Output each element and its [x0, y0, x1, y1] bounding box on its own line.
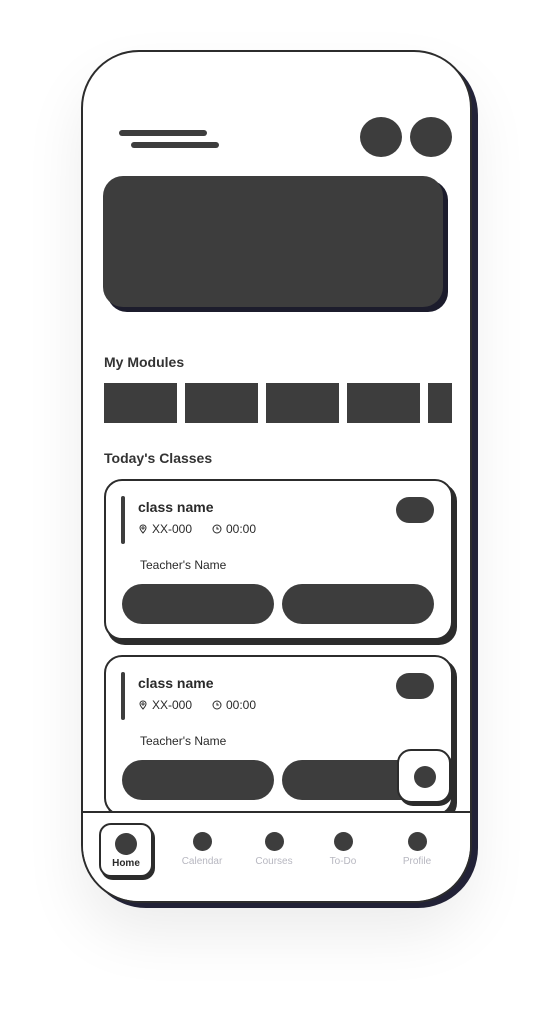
class-card-accent-bar	[121, 672, 125, 720]
nav-label-courses: Courses	[255, 856, 293, 867]
nav-label-calendar: Calendar	[181, 856, 223, 867]
nav-item-calendar[interactable]: Calendar	[172, 813, 232, 893]
class-room-text: XX-000	[152, 698, 193, 712]
class-action-button-left[interactable]	[122, 584, 274, 624]
class-status-badge[interactable]	[396, 497, 434, 523]
class-status-badge[interactable]	[396, 673, 434, 699]
class-action-button-right[interactable]	[282, 584, 434, 624]
notification-button[interactable]	[360, 117, 402, 157]
class-time: 00:00	[212, 522, 256, 536]
module-tile[interactable]	[347, 383, 420, 423]
module-tile[interactable]	[185, 383, 258, 423]
nav-item-home[interactable]: Home	[99, 823, 153, 877]
nav-item-todo[interactable]: To-Do	[313, 813, 373, 893]
teacher-name: Teacher's Name	[140, 558, 227, 572]
module-tile[interactable]	[428, 383, 452, 423]
clock-icon	[212, 700, 222, 710]
class-name: class name	[138, 499, 214, 515]
home-icon	[115, 833, 137, 855]
todo-icon	[333, 832, 353, 851]
class-time-text: 00:00	[226, 522, 257, 536]
profile-icon	[407, 832, 427, 851]
class-name: class name	[138, 675, 214, 691]
class-card[interactable]: class name XX-000 00:00 Teacher's Name	[104, 479, 453, 640]
avatar[interactable]	[410, 117, 452, 157]
floating-action-button[interactable]	[397, 749, 451, 803]
fab-icon	[414, 766, 436, 788]
clock-icon	[212, 524, 222, 534]
classes-section-title: Today's Classes	[104, 450, 213, 466]
menu-icon-line-bottom[interactable]	[131, 142, 219, 148]
class-room-text: XX-000	[152, 522, 193, 536]
bottom-nav: Home Calendar Courses To-Do Profile	[83, 811, 470, 901]
class-time: 00:00	[212, 698, 256, 712]
class-room: XX-000	[138, 522, 192, 536]
location-pin-icon	[138, 700, 148, 710]
phone-frame: My Modules Today's Classes class name XX…	[81, 50, 472, 903]
modules-section-title: My Modules	[104, 354, 185, 370]
nav-item-profile[interactable]: Profile	[387, 813, 447, 893]
nav-label-todo: To-Do	[329, 856, 357, 867]
location-pin-icon	[138, 524, 148, 534]
teacher-name: Teacher's Name	[140, 734, 227, 748]
calendar-icon	[192, 832, 212, 851]
menu-icon-line-top[interactable]	[119, 130, 207, 136]
nav-label-profile: Profile	[402, 856, 432, 867]
module-tile[interactable]	[104, 383, 177, 423]
nav-label-home: Home	[112, 858, 140, 869]
nav-item-courses[interactable]: Courses	[244, 813, 304, 893]
module-tile[interactable]	[266, 383, 339, 423]
class-room: XX-000	[138, 698, 192, 712]
class-action-button-left[interactable]	[122, 760, 274, 800]
class-time-text: 00:00	[226, 698, 257, 712]
class-card-accent-bar	[121, 496, 125, 544]
hero-banner[interactable]	[103, 176, 443, 307]
courses-icon	[264, 832, 284, 851]
